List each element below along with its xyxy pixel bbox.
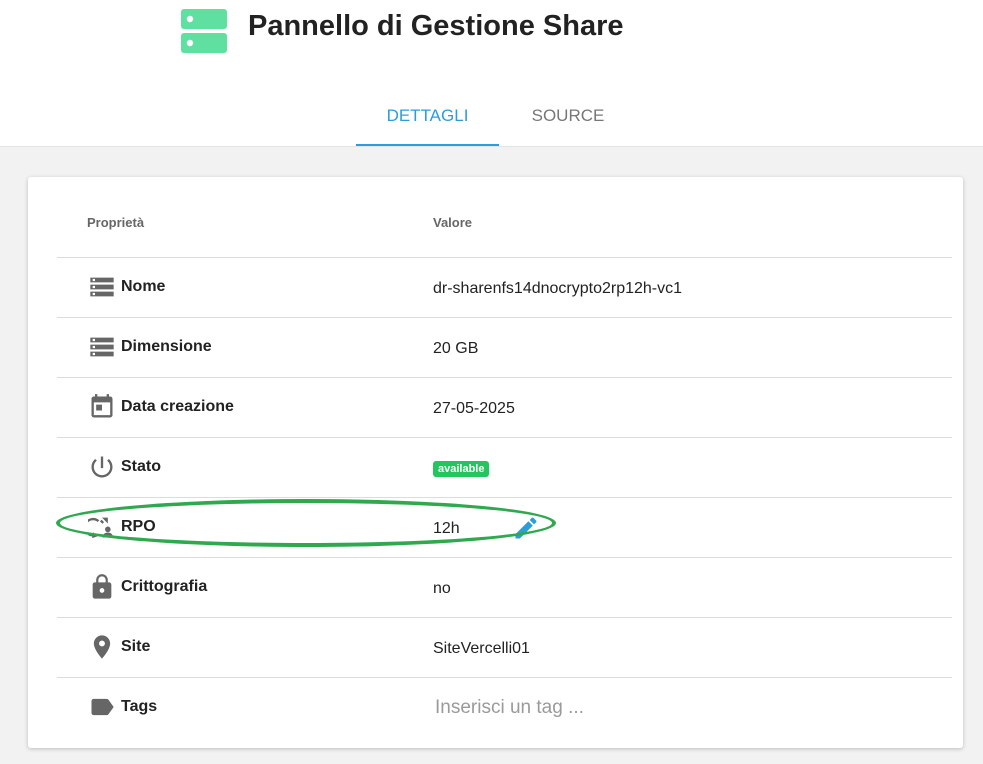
table-row-nome: Nome dr-sharenfs14dnocrypto2rp12h-vc1 (57, 257, 952, 317)
header-bar: Pannello di Gestione Share DETTAGLI SOUR… (0, 0, 983, 147)
tag-input[interactable] (433, 694, 737, 722)
tab-dettagli[interactable]: DETTAGLI (356, 88, 499, 146)
power-icon (88, 453, 116, 481)
table-row-crittografia: Crittografia no (57, 557, 952, 617)
location-pin-icon (88, 633, 116, 661)
tab-source[interactable]: SOURCE (504, 88, 632, 146)
property-name: Site (121, 638, 151, 655)
property-value: no (433, 580, 451, 597)
storage-icon (88, 273, 116, 301)
property-value: 27-05-2025 (433, 400, 515, 417)
property-name: Dimensione (121, 338, 212, 355)
page-title: Pannello di Gestione Share (248, 10, 624, 42)
storage-icon (88, 333, 116, 361)
table-row-dimensione: Dimensione 20 GB (57, 317, 952, 377)
details-card: Proprietà Valore Nome dr-sharenfs14dnocr… (28, 177, 963, 748)
lock-icon (88, 573, 116, 601)
property-name: Nome (121, 278, 166, 295)
property-name: Data creazione (121, 398, 234, 415)
property-value: 12h (433, 520, 460, 537)
table-row-rpo: RPO 12h (57, 497, 952, 557)
properties-table: Nome dr-sharenfs14dnocrypto2rp12h-vc1 Di… (57, 257, 952, 737)
pencil-icon[interactable] (512, 514, 540, 542)
property-name: RPO (121, 518, 156, 535)
table-row-stato: Stato available (57, 437, 952, 497)
property-name: Stato (121, 458, 161, 475)
column-header-property: Proprietà (87, 215, 145, 230)
table-row-tags: Tags (57, 677, 952, 737)
status-badge: available (433, 461, 490, 477)
calendar-icon (88, 393, 116, 421)
property-name: Crittografia (121, 578, 208, 595)
column-header-value: Valore (433, 215, 473, 230)
server-icon (180, 7, 228, 55)
backup-restore-icon (88, 513, 116, 541)
property-value: 20 GB (433, 340, 479, 357)
table-row-data-creazione: Data creazione 27-05-2025 (57, 377, 952, 437)
property-value: SiteVercelli01 (433, 640, 530, 657)
property-value: dr-sharenfs14dnocrypto2rp12h-vc1 (433, 280, 683, 297)
tag-icon (88, 693, 116, 721)
table-row-site: Site SiteVercelli01 (57, 617, 952, 677)
property-name: Tags (121, 698, 158, 715)
